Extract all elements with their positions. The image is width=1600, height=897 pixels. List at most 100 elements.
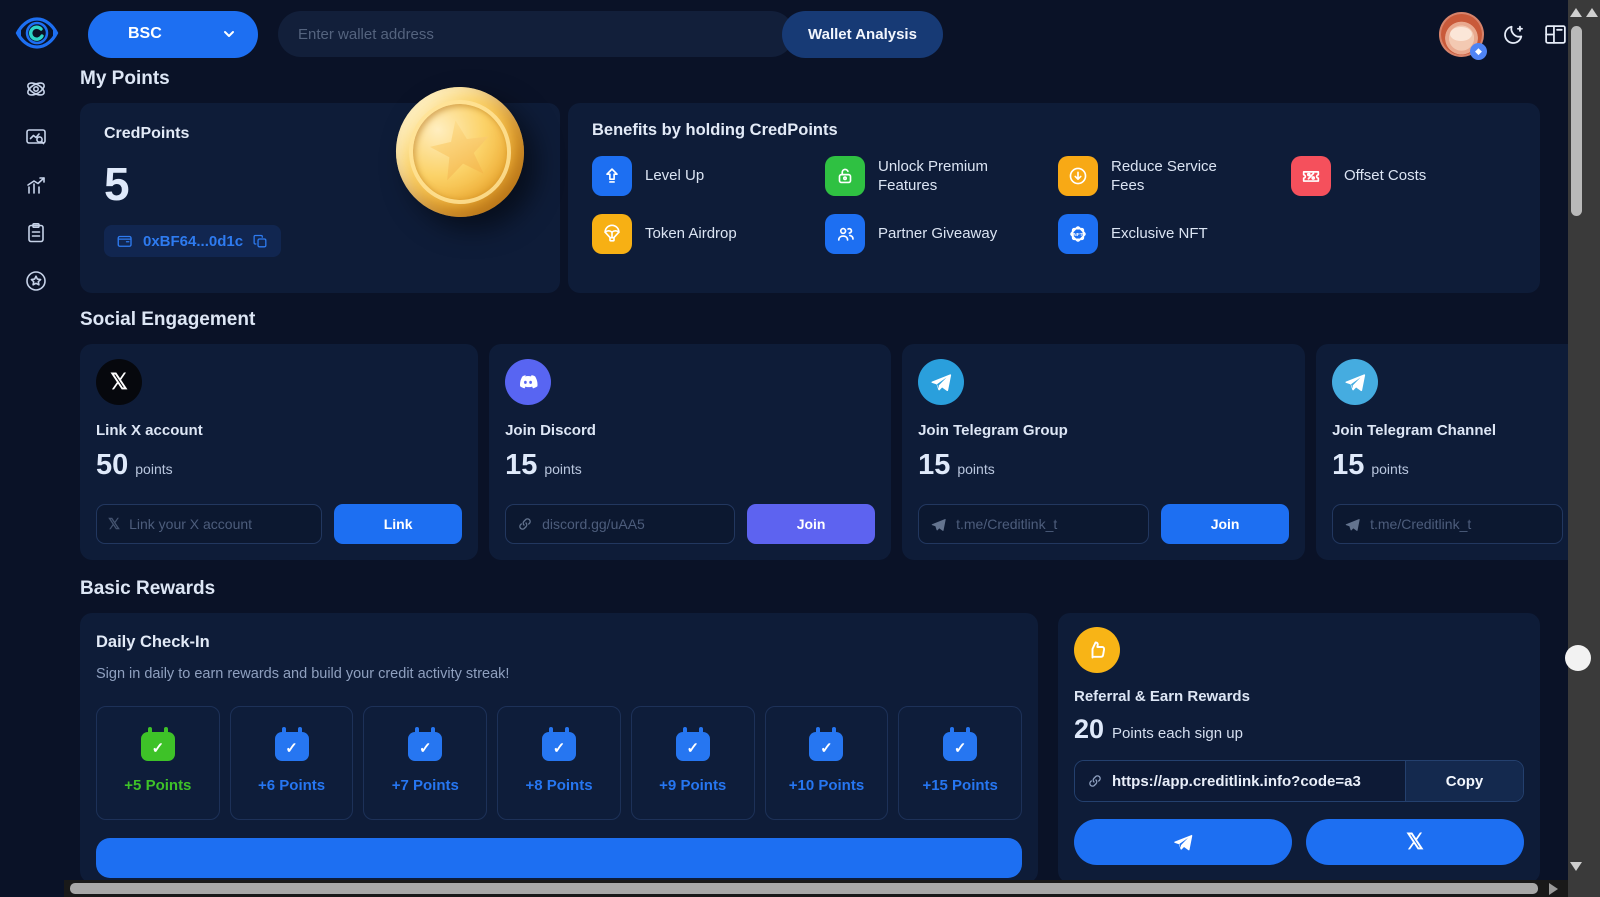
app-window: BSC Wallet Analysis ◆ My Points CredPoin… <box>0 0 1600 897</box>
topbar: BSC Wallet Analysis ◆ <box>72 0 1568 68</box>
telegram-icon <box>1172 831 1194 853</box>
benefit-label: Offset Costs <box>1344 166 1426 186</box>
tile-label: +7 Points <box>392 777 459 794</box>
x-account-field[interactable]: 𝕏 <box>96 504 322 544</box>
social-points-suffix: points <box>1371 461 1408 477</box>
scrollbar-corner <box>1568 880 1600 897</box>
calendar-check-icon: ✓ <box>809 732 843 761</box>
discord-link-field[interactable] <box>505 504 735 544</box>
scroll-right-arrow[interactable] <box>1549 883 1558 895</box>
daily-checkin-subtitle: Sign in daily to earn rewards and build … <box>96 666 1022 682</box>
join-telegram-group-button[interactable]: Join <box>1161 504 1289 544</box>
sidebar-item-ai-analysis[interactable] <box>23 76 49 102</box>
calendar-check-icon: ✓ <box>408 732 442 761</box>
share-telegram-button[interactable] <box>1074 819 1292 865</box>
join-discord-button[interactable]: Join <box>747 504 875 544</box>
social-card-telegram-channel: Join Telegram Channel 15points Join <box>1316 344 1600 560</box>
checkin-tile[interactable]: ✓ +15 Points <box>898 706 1022 820</box>
horizontal-scrollbar[interactable] <box>64 880 1568 897</box>
sidebar-item-screen-analysis[interactable] <box>23 124 49 150</box>
calendar-check-icon: ✓ <box>676 732 710 761</box>
social-card-title: Join Discord <box>505 422 875 439</box>
checkin-tile[interactable]: ✓ +5 Points <box>96 706 220 820</box>
tile-label: +10 Points <box>789 777 864 794</box>
telegram-channel-field[interactable] <box>1332 504 1563 544</box>
network-select-button[interactable]: BSC <box>88 11 258 58</box>
checkin-tile[interactable]: ✓ +9 Points <box>631 706 755 820</box>
benefit-label: Partner Giveaway <box>878 224 997 244</box>
tile-label: +9 Points <box>659 777 726 794</box>
social-engagement-heading: Social Engagement <box>80 309 1540 331</box>
link-x-button[interactable]: Link <box>334 504 462 544</box>
benefit-label: Unlock Premium Features <box>878 157 1013 196</box>
app-logo-icon[interactable] <box>14 10 60 56</box>
sidebar-item-stats[interactable] <box>23 172 49 198</box>
calendar-check-icon: ✓ <box>943 732 977 761</box>
vertical-scrollbar[interactable] <box>1568 0 1600 897</box>
benefit-item-token-airdrop: Token Airdrop <box>592 214 817 254</box>
checkin-tile[interactable]: ✓ +7 Points <box>363 706 487 820</box>
floating-widget[interactable] <box>1565 645 1591 671</box>
benefit-item-reduce-fees: Reduce Service Fees <box>1058 156 1283 196</box>
telegram-logo-icon <box>918 359 964 405</box>
share-x-button[interactable]: 𝕏 <box>1306 819 1524 865</box>
referral-title: Referral & Earn Rewards <box>1074 688 1524 705</box>
referral-link-field[interactable]: https://app.creditlink.info?code=a3 <box>1075 761 1405 801</box>
x-account-input[interactable] <box>129 516 310 532</box>
copy-button[interactable]: Copy <box>1405 761 1523 801</box>
tile-label: +5 Points <box>124 777 191 794</box>
benefit-label: Level Up <box>645 166 704 186</box>
telegram-channel-input[interactable] <box>1370 516 1551 532</box>
thumbs-up-icon <box>1074 627 1120 673</box>
social-card-x: 𝕏 Link X account 50points 𝕏 Link <box>80 344 478 560</box>
benefits-heading: Benefits by holding CredPoints <box>592 121 1516 140</box>
chevron-down-icon <box>222 27 236 41</box>
wallet-icon <box>116 232 134 250</box>
users-icon <box>825 214 865 254</box>
checkin-tile[interactable]: ✓ +8 Points <box>497 706 621 820</box>
ticket-percent-icon <box>1291 156 1331 196</box>
unlock-icon <box>825 156 865 196</box>
discord-link-input[interactable] <box>542 516 723 532</box>
telegram-group-field[interactable] <box>918 504 1149 544</box>
benefit-label: Exclusive NFT <box>1111 224 1208 244</box>
benefit-item-offset-costs: Offset Costs <box>1291 156 1516 196</box>
wallet-address-pill[interactable]: 0xBF64...0d1c <box>104 225 281 257</box>
social-card-title: Link X account <box>96 422 462 439</box>
social-points-suffix: points <box>957 461 994 477</box>
benefits-card: Benefits by holding CredPoints Level Up … <box>568 103 1540 293</box>
tile-label: +6 Points <box>258 777 325 794</box>
referral-points-suffix: Points each sign up <box>1112 725 1243 742</box>
wallet-address-text: 0xBF64...0d1c <box>143 233 243 250</box>
wallet-address-input[interactable] <box>278 11 794 57</box>
checkin-tile[interactable]: ✓ +6 Points <box>230 706 354 820</box>
copy-icon[interactable] <box>252 233 269 250</box>
calendar-check-icon: ✓ <box>141 732 175 761</box>
scroll-down-arrow[interactable] <box>1570 862 1582 871</box>
referral-points-value: 20 <box>1074 714 1104 745</box>
checkin-button[interactable] <box>96 838 1022 878</box>
social-card-telegram-group: Join Telegram Group 15points Join <box>902 344 1305 560</box>
horizontal-scroll-thumb[interactable] <box>70 883 1538 894</box>
telegram-icon <box>930 516 947 533</box>
scroll-up-arrow[interactable] <box>1570 8 1582 17</box>
sidebar-item-reports[interactable] <box>23 220 49 246</box>
checkin-tile[interactable]: ✓ +10 Points <box>765 706 889 820</box>
vertical-scroll-thumb[interactable] <box>1571 26 1582 216</box>
tile-label: +15 Points <box>922 777 997 794</box>
parachute-icon <box>592 214 632 254</box>
sidebar-item-rewards[interactable] <box>23 268 49 294</box>
scroll-up-arrow[interactable] <box>1586 8 1598 17</box>
main-content: My Points CredPoints 5 0xBF64...0d1c Ben… <box>80 68 1540 883</box>
benefit-item-partner-giveaway: Partner Giveaway <box>825 214 1050 254</box>
daily-checkin-title: Daily Check-In <box>96 633 1022 652</box>
x-logo-icon: 𝕏 <box>96 359 142 405</box>
network-label: BSC <box>128 25 162 43</box>
wallet-analysis-button[interactable]: Wallet Analysis <box>782 11 943 58</box>
benefit-label: Reduce Service Fees <box>1111 157 1246 196</box>
layout-grid-icon[interactable] <box>1542 21 1568 47</box>
avatar[interactable]: ◆ <box>1439 12 1484 57</box>
x-icon: 𝕏 <box>1406 829 1424 855</box>
telegram-group-input[interactable] <box>956 516 1137 532</box>
dark-mode-toggle-icon[interactable] <box>1500 21 1526 47</box>
